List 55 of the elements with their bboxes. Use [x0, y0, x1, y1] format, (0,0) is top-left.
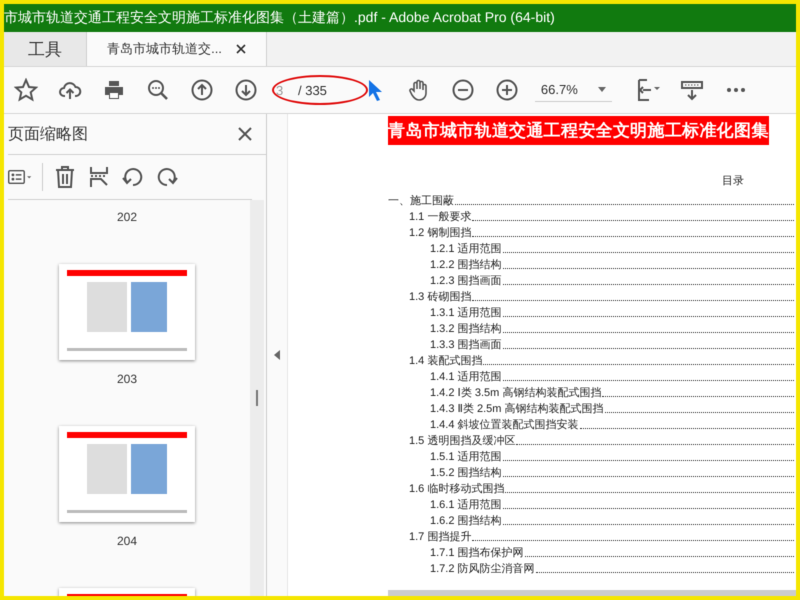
toc-entry[interactable]: 1.4.1 适用范围: [430, 369, 502, 384]
close-icon[interactable]: [238, 127, 252, 141]
zoom-in-icon[interactable]: [494, 78, 519, 102]
keyboard-down-icon[interactable]: [680, 78, 704, 102]
toc-entry[interactable]: 1.3 砖砌围挡: [409, 289, 472, 304]
tab[interactable]: 工具: [4, 32, 87, 66]
toc-entry[interactable]: 1.5.2 围挡结构: [430, 465, 502, 480]
toc-entry[interactable]: 1.3.3 围挡画面: [430, 337, 502, 352]
toc-entry[interactable]: 1.6.2 围挡结构: [430, 513, 502, 528]
toc-entry[interactable]: 1.7.2 防风防尘消音网: [430, 561, 535, 576]
caret-icon: [598, 87, 606, 92]
toc-entry[interactable]: 1.3.1 适用范围: [430, 305, 502, 320]
toc-title: 目录: [721, 174, 744, 188]
toc-entry[interactable]: 1.6 临时移动式围挡: [409, 481, 504, 496]
toc-entry[interactable]: 1.3.2 围挡结构: [430, 321, 502, 336]
rotate-right-icon[interactable]: [155, 165, 179, 189]
toc-entry[interactable]: 一、施工围蔽: [388, 193, 454, 208]
print-icon[interactable]: [102, 78, 126, 102]
toc-entry[interactable]: 1.6.1 适用范围: [430, 497, 502, 512]
toc-entry[interactable]: 1.2.1 适用范围: [430, 241, 502, 256]
zoom-dropdown[interactable]: 66.7%: [534, 78, 612, 102]
rotate-left-icon[interactable]: [121, 165, 145, 189]
trash-icon[interactable]: [53, 165, 77, 189]
page-thumbnail[interactable]: [59, 264, 195, 360]
page-number-label: 204: [116, 534, 138, 548]
window-title: 市城市轨道交通工程安全文明施工标准化图集（土建篇）.pdf - Adobe Acrobat Pro (64-bit): [4, 9, 555, 27]
document-header: 青岛市城市轨道交通工程安全文明施工标准化图集: [388, 116, 769, 145]
toc-entry[interactable]: 1.1 一般要求: [409, 209, 472, 224]
collapse-arrow-icon[interactable]: [274, 350, 280, 360]
toc-entry[interactable]: 1.5.1 适用范围: [430, 449, 502, 464]
page-thumbnail[interactable]: [59, 426, 195, 522]
fit-page-icon[interactable]: [636, 78, 660, 102]
toc-entry[interactable]: 1.2 钢制围挡: [409, 225, 472, 240]
toc-entry[interactable]: 1.2.2 围挡结构: [430, 257, 502, 272]
page-number-label: 202: [116, 210, 138, 224]
insert-page-icon[interactable]: [87, 165, 111, 189]
toc-entry[interactable]: 1.4.3 Ⅱ类 2.5m 高钢结构装配式围挡: [430, 401, 604, 416]
zoom-out-icon[interactable]: [450, 78, 475, 102]
arrow-down-circle-icon[interactable]: [234, 78, 258, 102]
toc-entry[interactable]: 1.4.4 斜坡位置装配式围挡安装: [430, 417, 579, 432]
toc-entry[interactable]: 1.7 围挡提升: [409, 529, 472, 544]
arrow-up-circle-icon[interactable]: [190, 78, 214, 102]
toc-entry[interactable]: 1.2.3 围挡画面: [430, 273, 502, 288]
page-count: / 335: [298, 82, 327, 98]
panel-title: 页面缩略图: [8, 124, 88, 144]
zoom-search-icon[interactable]: [146, 78, 170, 102]
close-icon[interactable]: [236, 44, 246, 54]
scrollbar[interactable]: [250, 200, 264, 596]
toc-entry[interactable]: 1.7.1 围挡布保护网: [430, 545, 524, 560]
toc-entry[interactable]: 1.4 装配式围挡: [409, 353, 482, 368]
toc-entry[interactable]: 1.5 透明围挡及缓冲区: [409, 433, 516, 448]
toc-entry[interactable]: 1.4.2 Ⅰ类 3.5m 高钢结构装配式围挡: [430, 385, 602, 400]
tab[interactable]: 青岛市城市轨道交...: [87, 32, 267, 66]
page-number-label: 203: [116, 372, 138, 386]
star-icon[interactable]: [14, 78, 38, 102]
